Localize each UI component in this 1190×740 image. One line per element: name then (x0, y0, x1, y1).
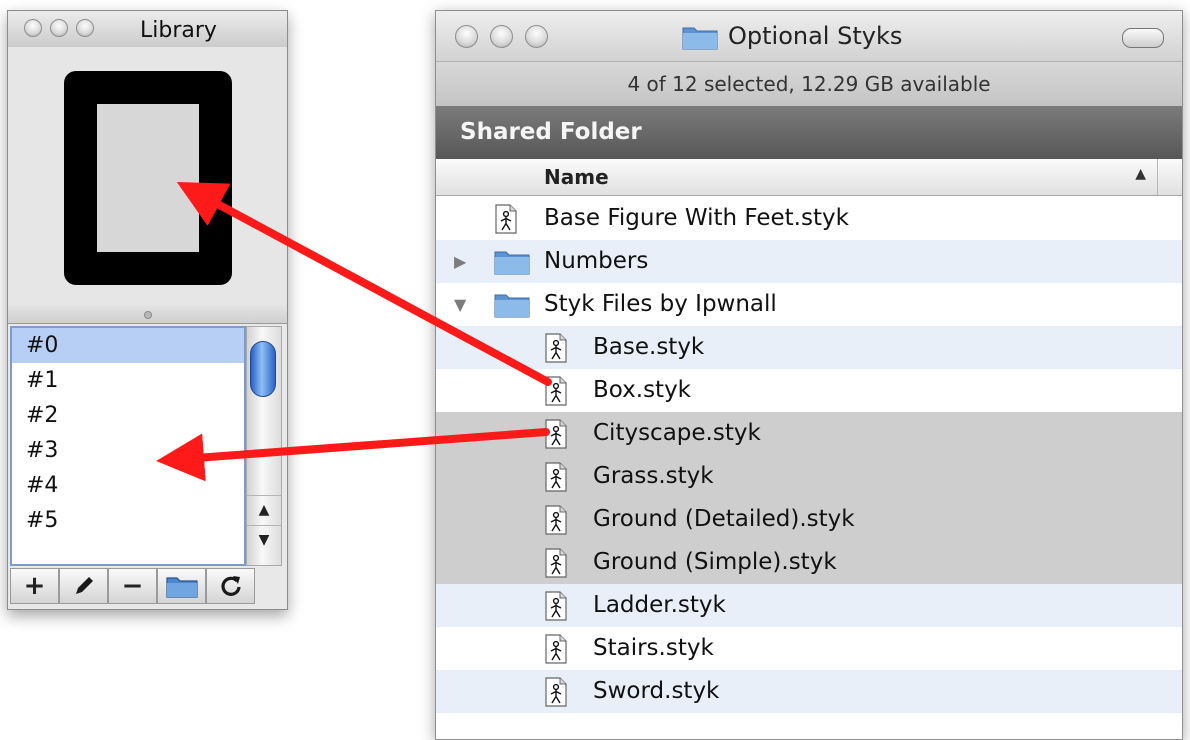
column-divider (1157, 159, 1158, 195)
library-list-item[interactable]: #1 (12, 363, 244, 398)
library-toolbar: + − (8, 568, 287, 606)
splitter-dot-icon (144, 311, 152, 319)
library-list-item[interactable]: #2 (12, 398, 244, 433)
library-title: Library (140, 18, 217, 43)
section-header: Shared Folder (436, 106, 1182, 159)
file-row[interactable]: Base.styk (436, 326, 1182, 369)
row-label: Base Figure With Feet.styk (544, 205, 849, 231)
folder-icon (165, 577, 198, 598)
column-header[interactable]: Name ▲ (436, 159, 1182, 196)
library-window: Library #0 #1 #2 #3 #4 #5 ▲ ▼ + − (7, 10, 288, 610)
row-label: Sword.styk (593, 678, 720, 704)
file-row[interactable]: Cityscape.styk (436, 412, 1182, 455)
figure-preview (8, 47, 287, 306)
open-folder-button[interactable] (157, 568, 206, 604)
file-icon-wrap (544, 376, 568, 412)
row-label: Base.styk (593, 334, 705, 360)
folder-icon (494, 251, 530, 275)
stick-figure-file-icon (545, 548, 567, 578)
scroll-up-arrow-icon[interactable]: ▲ (247, 495, 281, 524)
refresh-icon (220, 576, 241, 596)
library-window-controls (24, 19, 94, 37)
library-titlebar[interactable]: Library (8, 11, 287, 48)
stick-figure-file-icon (545, 677, 567, 707)
row-label: Grass.styk (593, 463, 714, 489)
stick-figure-file-icon (545, 376, 567, 406)
zoom-button[interactable] (525, 25, 548, 48)
stick-figure-file-icon (545, 591, 567, 621)
finder-window: Optional Styks 4 of 12 selected, 12.29 G… (435, 10, 1183, 740)
row-label: Numbers (544, 248, 649, 274)
library-list-item[interactable]: #4 (12, 468, 244, 503)
folder-row[interactable]: ▶ Numbers (436, 240, 1182, 283)
minimize-button[interactable] (50, 19, 68, 37)
split-view-handle[interactable] (8, 305, 287, 324)
stick-figure-file-icon (545, 505, 567, 535)
folder-icon-wrap (494, 290, 530, 324)
stick-figure-file-icon (495, 204, 517, 234)
file-icon-wrap (544, 677, 568, 713)
close-button[interactable] (24, 19, 42, 37)
stick-figure-file-icon (545, 333, 567, 363)
library-scrollbar[interactable]: ▲ ▼ (246, 326, 282, 566)
file-icon-wrap (544, 462, 568, 498)
stick-figure-file-icon (545, 462, 567, 492)
sort-ascending-icon[interactable]: ▲ (1135, 166, 1146, 182)
file-icon-wrap (544, 333, 568, 369)
file-icon-wrap (544, 419, 568, 455)
scroll-thumb[interactable] (250, 341, 276, 397)
window-title-text: Optional Styks (728, 22, 903, 50)
finder-window-controls (455, 25, 548, 48)
finder-titlebar[interactable]: Optional Styks (436, 11, 1182, 61)
disclosure-expanded-icon[interactable]: ▼ (454, 295, 466, 314)
library-list-item[interactable]: #5 (12, 503, 244, 538)
window-title: Optional Styks (682, 22, 902, 50)
library-list-item[interactable]: #0 (12, 328, 244, 363)
row-label: Ground (Detailed).styk (593, 506, 855, 532)
row-label: Styk Files by Ipwnall (544, 291, 777, 317)
stick-figure-file-icon (545, 419, 567, 449)
file-row[interactable]: Grass.styk (436, 455, 1182, 498)
pencil-icon (75, 577, 93, 594)
file-row[interactable]: Ladder.styk (436, 584, 1182, 627)
status-bar: 4 of 12 selected, 12.29 GB available (436, 61, 1182, 107)
folder-row[interactable]: ▼ Styk Files by Ipwnall (436, 283, 1182, 326)
folder-icon (494, 294, 530, 318)
folder-icon (682, 27, 718, 50)
file-icon-wrap (494, 204, 518, 240)
file-icon-wrap (544, 591, 568, 627)
row-label: Cityscape.styk (593, 420, 761, 446)
file-list[interactable]: Base Figure With Feet.styk ▶ Numbers ▼ Styk … (436, 197, 1182, 713)
reload-button[interactable] (206, 568, 255, 604)
row-label: Ladder.styk (593, 592, 726, 618)
file-row[interactable]: Stairs.styk (436, 627, 1182, 670)
file-icon-wrap (544, 548, 568, 584)
row-label: Box.styk (593, 377, 691, 403)
add-button[interactable]: + (10, 568, 59, 604)
close-button[interactable] (455, 25, 478, 48)
file-row[interactable]: Sword.styk (436, 670, 1182, 713)
remove-button[interactable]: − (108, 568, 157, 604)
row-label: Stairs.styk (593, 635, 714, 661)
file-icon-wrap (544, 634, 568, 670)
file-row[interactable]: Base Figure With Feet.styk (436, 197, 1182, 240)
library-list-item[interactable]: #3 (12, 433, 244, 468)
preview-box-figure (64, 71, 232, 285)
file-row[interactable]: Ground (Detailed).styk (436, 498, 1182, 541)
row-label: Ground (Simple).styk (593, 549, 837, 575)
toolbar-toggle-button[interactable] (1122, 28, 1164, 48)
disclosure-collapsed-icon[interactable]: ▶ (454, 252, 466, 271)
file-row[interactable]: Box.styk (436, 369, 1182, 412)
minimize-button[interactable] (490, 25, 513, 48)
file-row[interactable]: Ground (Simple).styk (436, 541, 1182, 584)
folder-icon-wrap (494, 247, 530, 281)
name-column-header[interactable]: Name (544, 165, 609, 189)
edit-button[interactable] (59, 568, 108, 604)
stick-figure-file-icon (545, 634, 567, 664)
zoom-button[interactable] (76, 19, 94, 37)
file-icon-wrap (544, 505, 568, 541)
scroll-down-arrow-icon[interactable]: ▼ (247, 525, 281, 554)
library-list[interactable]: #0 #1 #2 #3 #4 #5 (10, 326, 246, 566)
